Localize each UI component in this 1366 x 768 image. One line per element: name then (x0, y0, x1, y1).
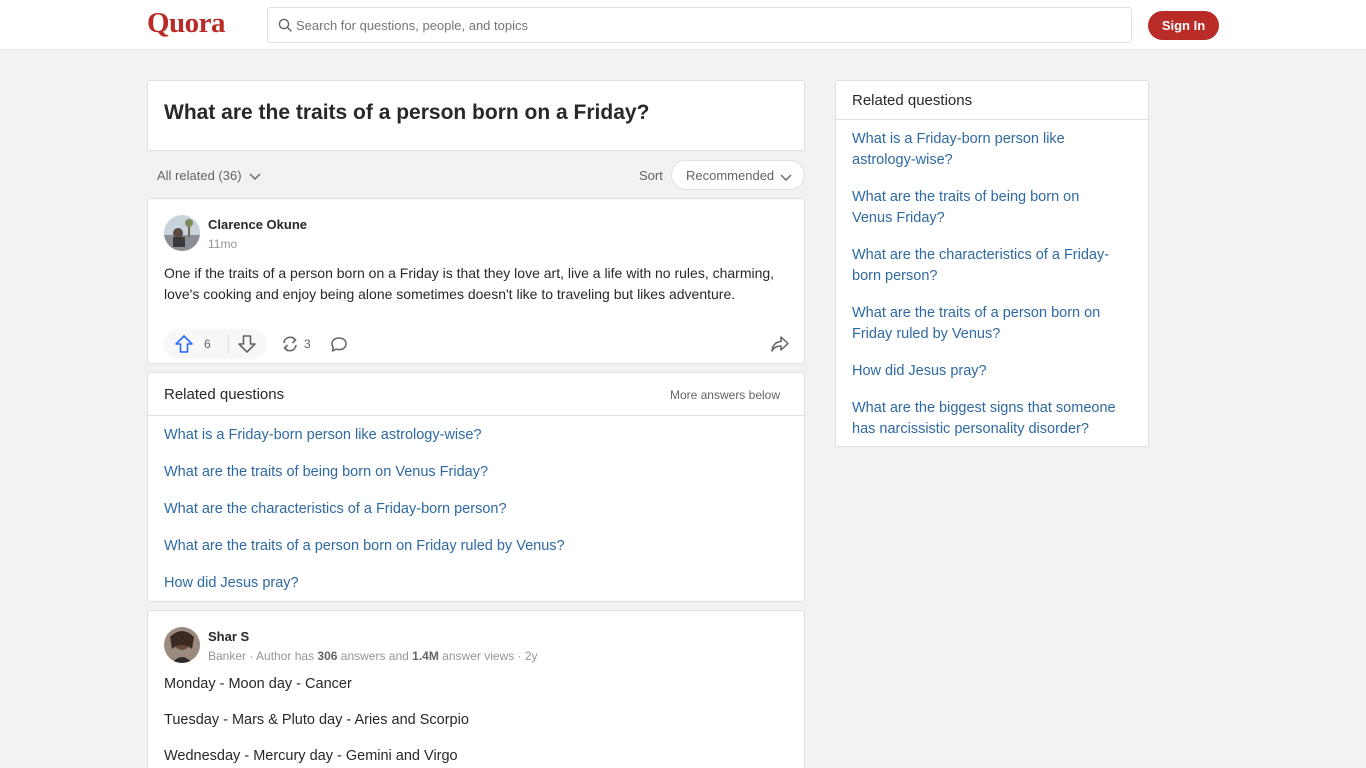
reshare-icon[interactable] (280, 335, 300, 358)
sidebar-question-link[interactable]: What are the biggest signs that someone … (852, 398, 1122, 440)
sidebar-question-link[interactable]: What are the characteristics of a Friday… (852, 245, 1122, 287)
credential-text: Banker · Author has (208, 649, 318, 663)
sidebar-question-link[interactable]: What are the traits of a person born on … (852, 303, 1122, 345)
answer-line: Tuesday - Mars & Pluto day - Aries and S… (164, 712, 469, 728)
answer-line: Wednesday - Mercury day - Gemini and Vir… (164, 748, 458, 764)
answer-text: One if the traits of a person born on a … (164, 265, 775, 302)
upvote-icon[interactable] (174, 335, 194, 358)
related-question-link[interactable]: What is a Friday-born person like astrol… (164, 426, 565, 463)
answer-views: 1.4M (412, 649, 439, 663)
vote-divider (228, 335, 229, 353)
reshare-count: 3 (304, 337, 311, 351)
sort-value: Recommended (686, 167, 775, 183)
sidebar-related-questions: Related questions What is a Friday-born … (835, 80, 1149, 447)
all-related-label: All related (36) (157, 168, 242, 183)
avatar[interactable] (164, 627, 200, 663)
share-icon[interactable] (770, 335, 790, 358)
downvote-icon[interactable] (237, 335, 257, 358)
answers-count: 306 (317, 649, 338, 663)
sidebar-list: What is a Friday-born person like astrol… (852, 129, 1122, 456)
answer-text: Monday - Moon day - Cancer Tuesday - Mar… (164, 675, 469, 768)
answer-time[interactable]: 11mo (208, 237, 237, 251)
answer-actions: 6 3 (164, 329, 790, 359)
related-question-link[interactable]: How did Jesus pray? (164, 574, 565, 611)
filter-bar: All related (36) Sort Recommended (147, 160, 805, 190)
sign-in-button[interactable]: Sign In (1148, 11, 1219, 40)
chevron-down-icon (249, 169, 261, 184)
all-related-dropdown[interactable]: All related (36) (157, 168, 261, 184)
sidebar-question-link[interactable]: How did Jesus pray? (852, 361, 1122, 382)
related-question-link[interactable]: What are the traits of being born on Ven… (164, 463, 565, 500)
related-question-link[interactable]: What are the traits of a person born on … (164, 537, 565, 574)
quora-logo[interactable]: Quora (147, 7, 226, 40)
related-list: What is a Friday-born person like astrol… (164, 426, 565, 611)
credential-text: answers and (337, 649, 413, 663)
search-input[interactable] (296, 8, 1116, 42)
answer-card: Shar S Banker · Author has 306 answers a… (147, 610, 805, 768)
answer-card: Clarence Okune 11mo One if the traits of… (147, 198, 805, 364)
sidebar-header: Related questions (836, 81, 1148, 120)
top-header: Quora Sign In (0, 0, 1366, 50)
question-title: What are the traits of a person born on … (164, 101, 650, 124)
sort-label: Sort (639, 168, 663, 183)
related-questions-inline: Related questions More answers below Wha… (147, 372, 805, 602)
sort-dropdown[interactable]: Recommended (671, 160, 805, 190)
search-bar[interactable] (267, 7, 1132, 43)
related-question-link[interactable]: What are the characteristics of a Friday… (164, 500, 565, 537)
author-credentials: Banker · Author has 306 answers and 1.4M… (208, 649, 538, 663)
author-name[interactable]: Shar S (208, 629, 249, 644)
related-header: Related questions More answers below (148, 373, 804, 416)
avatar[interactable] (164, 215, 200, 251)
sidebar-question-link[interactable]: What are the traits of being born on Ven… (852, 187, 1122, 229)
comment-icon[interactable] (330, 336, 348, 358)
related-title: Related questions (164, 386, 285, 403)
chevron-down-icon (780, 170, 792, 185)
author-name[interactable]: Clarence Okune (208, 217, 307, 232)
vote-pill: 6 (164, 329, 267, 359)
more-answers-below: More answers below (669, 388, 780, 402)
sidebar-question-link[interactable]: What is a Friday-born person like astrol… (852, 129, 1122, 171)
upvote-count: 6 (204, 337, 211, 351)
sidebar-title: Related questions (852, 92, 973, 109)
search-icon (278, 18, 292, 37)
answer-line: Monday - Moon day - Cancer (164, 676, 352, 692)
question-card: What are the traits of a person born on … (147, 80, 805, 151)
credential-text: answer views · 2y (438, 649, 538, 663)
